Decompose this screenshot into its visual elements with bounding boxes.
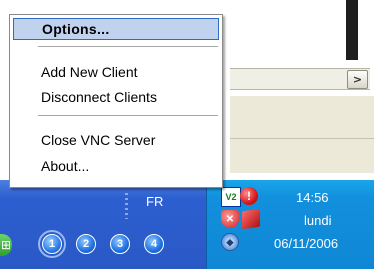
scroll-right-button[interactable]: > (347, 70, 368, 89)
red-cube-icon[interactable] (242, 208, 260, 230)
context-menu: Options... Add New Client Disconnect Cli… (9, 14, 223, 188)
windows-flag-icon: ⊞ (0, 238, 12, 252)
quick-launch-3[interactable]: 3 (110, 234, 130, 254)
menu-item-disconnect-clients[interactable]: Disconnect Clients (13, 86, 219, 108)
red-alert-icon[interactable]: ! (240, 187, 258, 205)
menu-item-options[interactable]: Options... (13, 18, 219, 40)
language-indicator[interactable]: FR (146, 194, 163, 209)
quick-launch-1[interactable]: 1 (38, 230, 66, 258)
clock-date[interactable]: 06/11/2006 (274, 236, 338, 251)
security-shield-icon[interactable]: ✕ (221, 210, 239, 228)
quick-launch-2[interactable]: 2 (76, 234, 96, 254)
network-icon[interactable]: ◆ (221, 233, 239, 251)
quick-launch-4[interactable]: 4 (144, 234, 164, 254)
horizontal-scrollbar[interactable]: > (230, 68, 370, 90)
menu-item-close-vnc-server[interactable]: Close VNC Server (13, 129, 219, 151)
menu-item-about[interactable]: About... (13, 155, 219, 177)
clock-day[interactable]: lundi (304, 213, 331, 228)
toolbar-grip-handle[interactable] (125, 193, 128, 219)
menu-item-add-new-client[interactable]: Add New Client (13, 61, 219, 83)
window-lower-area (230, 138, 374, 173)
menu-separator (38, 115, 218, 116)
menu-separator (38, 46, 218, 47)
clock-time[interactable]: 14:56 (296, 190, 329, 205)
vnc-icon[interactable]: V2 (221, 187, 241, 207)
window-gray-area (230, 96, 374, 138)
chevron-right-icon: > (352, 73, 363, 86)
window-dark-panel (346, 0, 358, 60)
